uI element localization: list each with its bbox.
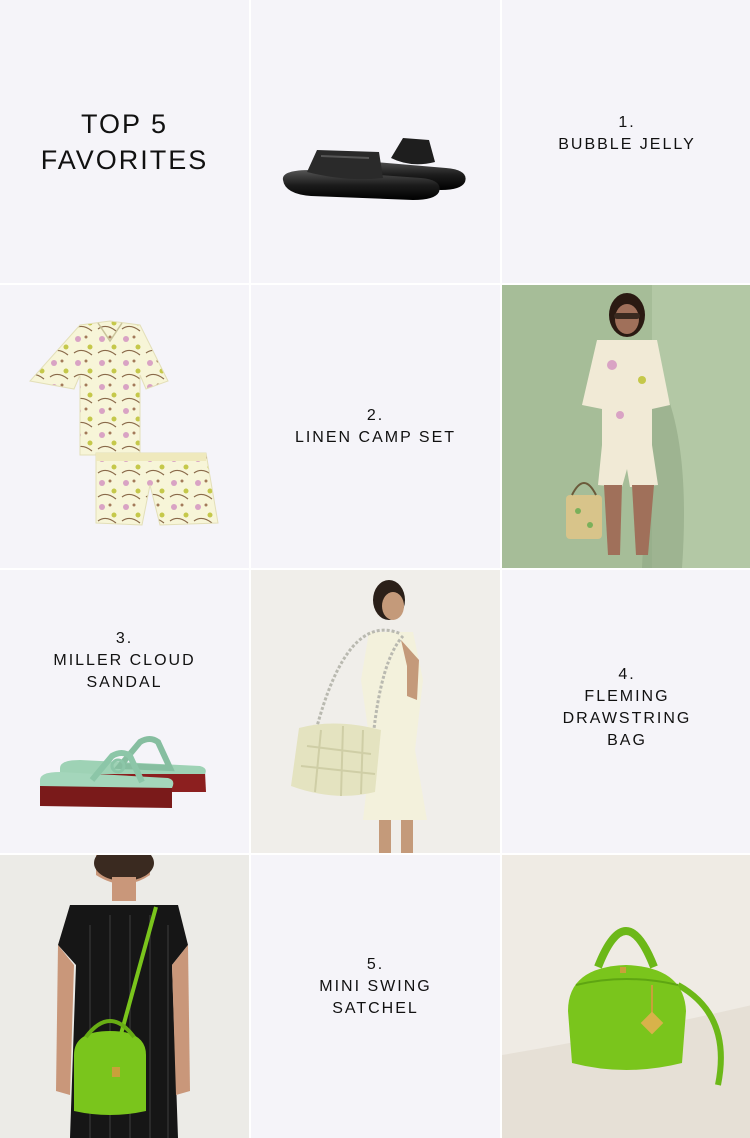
item-4-label: 4. FLEMING DRAWSTRING BAG bbox=[563, 664, 692, 752]
item-1-number: 1. bbox=[618, 113, 636, 131]
model-linen-set-photo bbox=[502, 285, 750, 568]
item-4-name[interactable]: FLEMING DRAWSTRING BAG bbox=[563, 686, 692, 752]
item-3-panel: 3. MILLER CLOUD SANDAL bbox=[0, 570, 249, 853]
miller-cloud-sandal-image[interactable] bbox=[0, 570, 249, 853]
favorites-grid: TOP 5 FAVORITES 1. BUBBLE JELLY 2. LINEN… bbox=[0, 0, 750, 1138]
model-satchel-photo bbox=[0, 855, 249, 1138]
item-5-name[interactable]: MINI SWING SATCHEL bbox=[319, 976, 431, 1020]
item-2-panel: 2. LINEN CAMP SET bbox=[251, 285, 500, 568]
item-1-panel: 1. BUBBLE JELLY bbox=[502, 0, 750, 283]
linen-camp-set-image bbox=[29, 320, 219, 526]
item-1-label: 1. BUBBLE JELLY bbox=[558, 112, 696, 156]
model-image-mini-swing-satchel[interactable] bbox=[0, 855, 249, 1138]
model-image-linen-camp-set[interactable] bbox=[502, 285, 750, 568]
item-5-number: 5. bbox=[366, 955, 385, 973]
item-2-label: 2. LINEN CAMP SET bbox=[295, 405, 456, 449]
item-4-panel: 4. FLEMING DRAWSTRING BAG bbox=[502, 570, 750, 853]
product-image-linen-camp-set[interactable] bbox=[0, 285, 249, 568]
item-1-name[interactable]: BUBBLE JELLY bbox=[558, 134, 696, 156]
mini-swing-satchel-image bbox=[502, 855, 750, 1138]
product-image-mini-swing-satchel[interactable] bbox=[502, 855, 750, 1138]
model-image-fleming-bag[interactable] bbox=[251, 570, 500, 853]
item-5-panel: 5. MINI SWING SATCHEL bbox=[251, 855, 500, 1138]
title-panel: TOP 5 FAVORITES bbox=[0, 0, 249, 283]
item-2-name[interactable]: LINEN CAMP SET bbox=[295, 427, 456, 449]
item-4-number: 4. bbox=[618, 665, 636, 683]
bubble-jelly-sandal-image bbox=[282, 138, 466, 200]
item-2-number: 2. bbox=[366, 406, 385, 424]
page-title: TOP 5 FAVORITES bbox=[40, 108, 209, 175]
item-5-label: 5. MINI SWING SATCHEL bbox=[319, 954, 431, 1020]
model-fleming-bag-photo bbox=[251, 570, 500, 853]
product-image-bubble-jelly[interactable] bbox=[251, 0, 500, 283]
